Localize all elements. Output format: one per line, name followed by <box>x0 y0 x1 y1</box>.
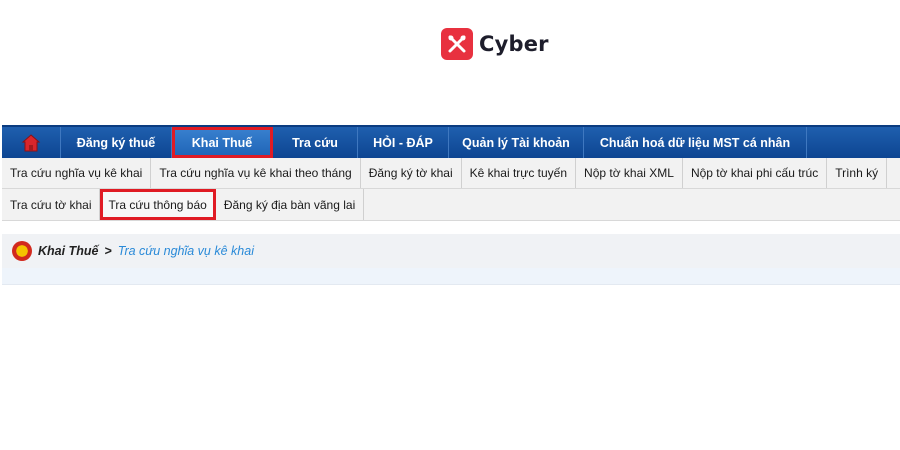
sub-item-dang-ky-dia-ban-vang-lai[interactable]: Đăng ký địa bàn vãng lai <box>216 189 365 220</box>
main-nav: Đăng ký thuế Khai Thuế Tra cứu HỎI - ĐÁP… <box>2 125 900 158</box>
sub-item-tra-cuu-to-khai[interactable]: Tra cứu tờ khai <box>2 189 101 220</box>
sub-item-trinh-ky[interactable]: Trình ký <box>827 158 888 188</box>
content-area <box>2 268 900 285</box>
nav-item-tra-cuu[interactable]: Tra cứu <box>273 127 358 158</box>
sub-item-tra-cuu-nghia-vu-theo-thang[interactable]: Tra cứu nghĩa vụ kê khai theo tháng <box>151 158 361 188</box>
breadcrumb-separator: > <box>104 244 112 258</box>
sub-nav: Tra cứu nghĩa vụ kê khai Tra cứu nghĩa v… <box>2 158 900 221</box>
sub-nav-row-1: Tra cứu nghĩa vụ kê khai Tra cứu nghĩa v… <box>2 158 900 189</box>
sub-item-ke-khai-truc-tuyen[interactable]: Kê khai trực tuyến <box>462 158 577 188</box>
sub-item-tra-cuu-nghia-vu[interactable]: Tra cứu nghĩa vụ kê khai <box>2 158 152 188</box>
sub-item-nop-to-khai-xml[interactable]: Nộp tờ khai XML <box>576 158 683 188</box>
nav-item-dang-ky-thue[interactable]: Đăng ký thuế <box>61 127 172 158</box>
sub-nav-row-2: Tra cứu tờ khai Tra cứu thông báo Đăng k… <box>2 189 900 220</box>
national-emblem-icon <box>12 241 32 261</box>
logo-text: Cyber <box>479 32 549 56</box>
breadcrumb: Khai Thuế > Tra cứu nghĩa vụ kê khai <box>2 234 900 268</box>
nav-home-button[interactable] <box>2 127 61 158</box>
breadcrumb-root[interactable]: Khai Thuế <box>38 244 98 258</box>
sub-item-tra-cuu-thong-bao[interactable]: Tra cứu thông báo <box>100 189 216 220</box>
cyber-logo: Cyber <box>441 28 549 60</box>
nav-item-quan-ly-tai-khoan[interactable]: Quản lý Tài khoản <box>449 127 584 158</box>
nav-item-khai-thue[interactable]: Khai Thuế <box>172 127 273 158</box>
sub-item-nop-to-khai-phi-cau-truc[interactable]: Nộp tờ khai phi cấu trúc <box>683 158 828 188</box>
nav-item-chuan-hoa-du-lieu[interactable]: Chuẩn hoá dữ liệu MST cá nhân <box>584 127 807 158</box>
nav-item-hoi-dap[interactable]: HỎI - ĐÁP <box>358 127 449 158</box>
home-icon <box>21 133 41 151</box>
sub-item-dang-ky-to-khai[interactable]: Đăng ký tờ khai <box>361 158 462 188</box>
tools-icon <box>441 28 473 60</box>
breadcrumb-current: Tra cứu nghĩa vụ kê khai <box>117 244 254 258</box>
